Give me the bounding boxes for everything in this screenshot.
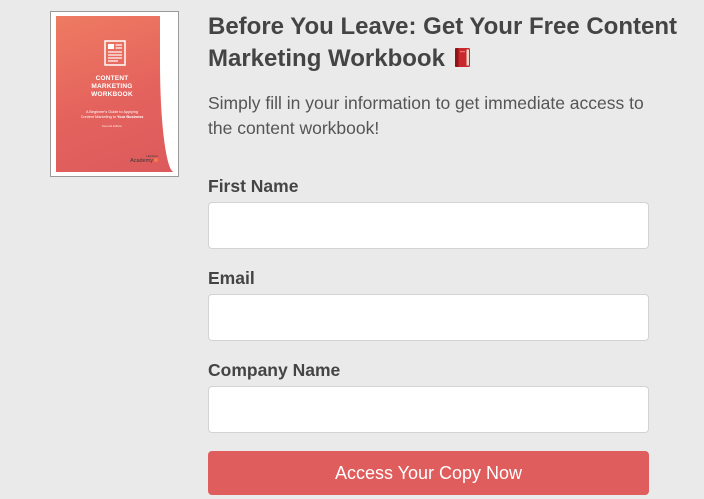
company-name-input[interactable] [208, 386, 649, 433]
workbook-cover-frame: CONTENT MARKETING WORKBOOK A Beginner's … [50, 11, 179, 177]
cover-brand-logo: HubSpot Academy [130, 154, 158, 164]
cover-title: CONTENT MARKETING WORKBOOK [64, 75, 160, 99]
workbook-cover: CONTENT MARKETING WORKBOOK A Beginner's … [56, 16, 174, 172]
cover-subtitle: A Beginner's Guide to Applying Content M… [64, 110, 160, 120]
first-name-input[interactable] [208, 202, 649, 249]
cover-brand-main: Academy [130, 158, 158, 164]
intro-text: Simply fill in your information to get i… [208, 93, 644, 138]
cover-title-line: CONTENT [95, 75, 129, 82]
cover-brand-main-text: Academy [130, 158, 153, 164]
cover-edition: Second Edition [101, 124, 123, 128]
page-title: Before You Leave: Get Your Free Content … [208, 11, 678, 75]
exit-popup: CONTENT MARKETING WORKBOOK A Beginner's … [0, 0, 704, 499]
cover-title-line: WORKBOOK [91, 91, 133, 98]
cover-page-curl [160, 16, 174, 172]
red-book-icon [454, 48, 470, 67]
cover-title-line: MARKETING [91, 83, 133, 90]
first-name-label: First Name [208, 176, 299, 196]
headline-text: Before You Leave: Get Your Free Content … [208, 13, 677, 72]
email-input[interactable] [208, 294, 649, 341]
cover-subtitle-line2-prefix: Content Marketing to [80, 115, 117, 119]
access-copy-button[interactable]: Access Your Copy Now [208, 451, 649, 495]
cover-subtitle-line1: A Beginner's Guide to Applying [85, 110, 139, 114]
email-label: Email [208, 268, 255, 288]
cover-subtitle-line2-bold: Your Business [117, 115, 144, 119]
document-icon [104, 40, 126, 66]
sprocket-icon [154, 158, 158, 162]
company-name-label: Company Name [208, 360, 341, 380]
